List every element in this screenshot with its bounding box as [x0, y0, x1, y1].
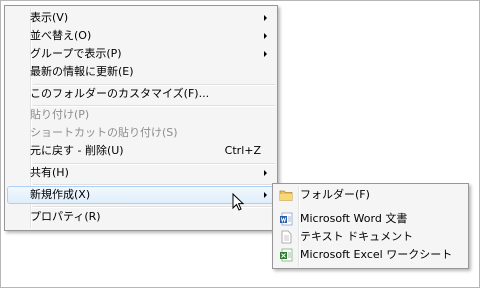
excel-worksheet-icon [280, 248, 293, 262]
text-document-icon [281, 230, 292, 244]
new-submenu: フォルダー(F) Microsoft Word 文書 テキスト ドキュメント M… [272, 183, 469, 269]
word-document-icon [280, 212, 293, 226]
menu-item-paste: 貼り付け(P) [30, 108, 90, 121]
submenu-arrow-icon [264, 51, 267, 57]
menu-item-sort-by[interactable]: 並べ替え(O) [7, 27, 275, 45]
menu-item-undo-delete[interactable]: 元に戻す - 削除(U) Ctrl+Z [7, 142, 275, 160]
submenu-arrow-icon [264, 15, 267, 21]
submenu-item-folder[interactable]: フォルダー(F) [275, 186, 466, 204]
submenu-item-text-document[interactable]: テキスト ドキュメント [275, 228, 466, 246]
submenu-item-excel-worksheet[interactable]: Microsoft Excel ワークシート [275, 246, 466, 264]
submenu-arrow-icon [264, 192, 267, 198]
menu-item-customize-folder[interactable]: このフォルダーのカスタマイズ(F)... [7, 85, 275, 103]
folder-icon [279, 190, 293, 201]
menu-item-refresh[interactable]: 最新の情報に更新(E) [7, 63, 275, 81]
menu-item-view[interactable]: 表示(V) [7, 9, 275, 27]
menu-item-share[interactable]: 共有(H) [7, 164, 275, 182]
mouse-cursor-icon [232, 193, 245, 211]
menu-item-paste-shortcut: ショートカットの貼り付け(S) [30, 126, 178, 139]
shortcut-label: Ctrl+Z [224, 144, 261, 157]
submenu-item-word-document[interactable]: Microsoft Word 文書 [275, 210, 466, 228]
submenu-arrow-icon [264, 33, 267, 39]
submenu-arrow-icon [264, 170, 267, 176]
menu-item-group-by[interactable]: グループで表示(P) [7, 45, 275, 63]
